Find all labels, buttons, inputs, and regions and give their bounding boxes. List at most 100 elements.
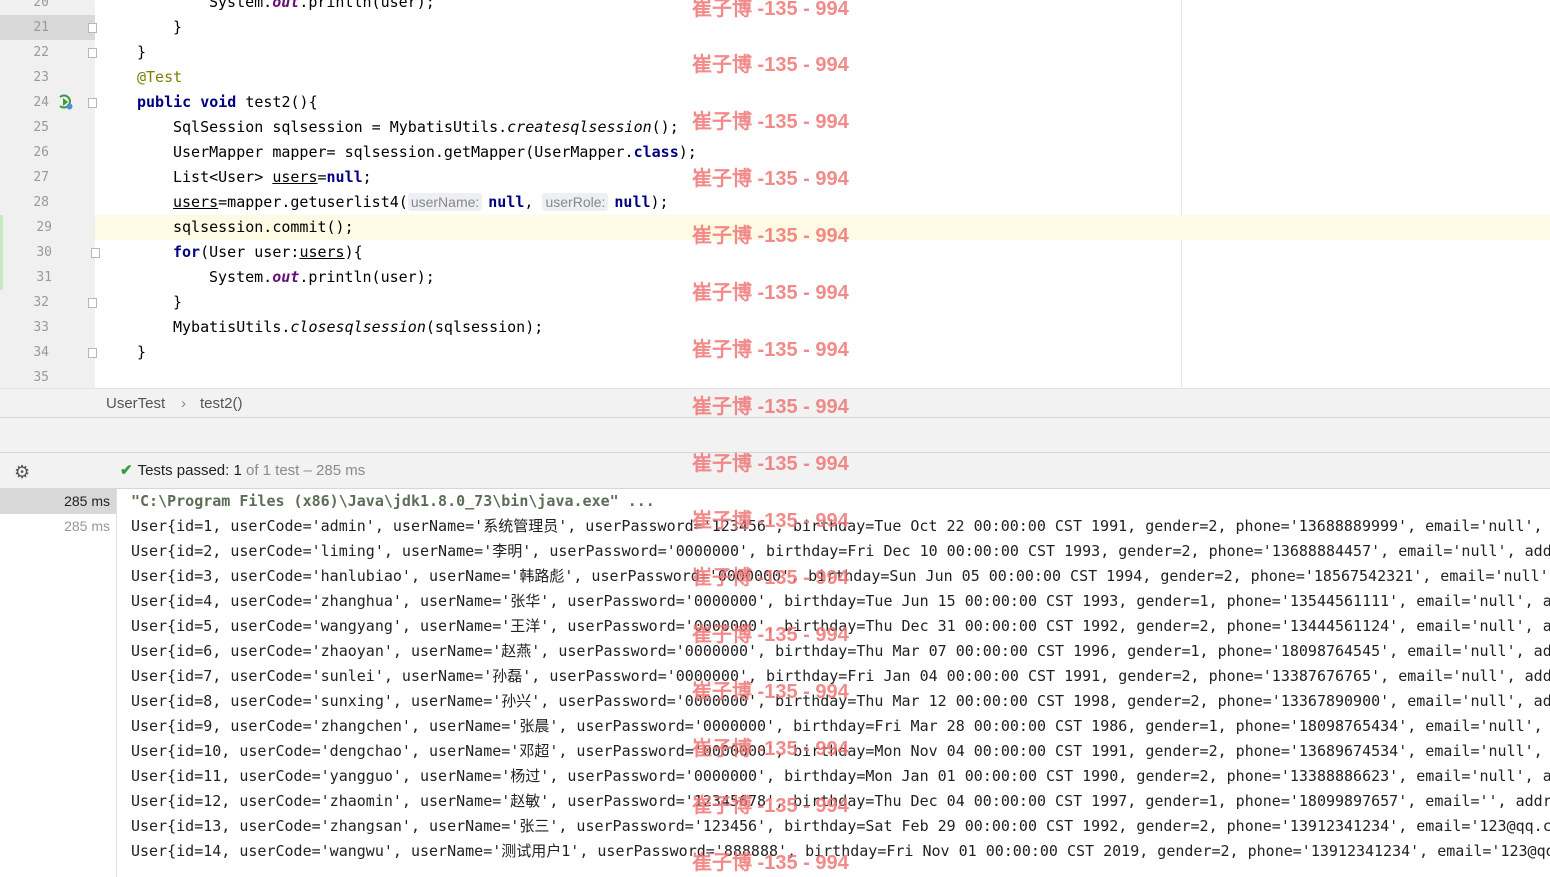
code-line[interactable]: } bbox=[137, 340, 1550, 365]
code-text: System. bbox=[209, 268, 273, 286]
console-line: User{id=7, userCode='sunlei', userName='… bbox=[131, 667, 1550, 685]
code-line[interactable]: @Test bbox=[137, 65, 1550, 90]
code-line[interactable]: SqlSession sqlsession = MybatisUtils.cre… bbox=[173, 115, 1550, 140]
code-text: } bbox=[173, 18, 183, 36]
code-static-method: createsqlsession bbox=[507, 118, 652, 136]
code-line[interactable]: System.out.println(user); bbox=[209, 0, 1550, 15]
breadcrumb: UserTest › test2() bbox=[0, 388, 1550, 418]
gutter-line: 31 bbox=[0, 265, 98, 290]
code-text: } bbox=[137, 43, 147, 61]
test-duration[interactable]: 285 ms bbox=[0, 489, 116, 514]
line-number: 23 bbox=[33, 70, 49, 85]
code-text: = bbox=[317, 168, 327, 186]
passed-count: 1 bbox=[233, 462, 242, 479]
line-number: 30 bbox=[36, 245, 52, 260]
code-text: .println(user); bbox=[299, 0, 435, 11]
console-line: User{id=14, userCode='wangwu', userName=… bbox=[131, 842, 1550, 860]
console-line: User{id=9, userCode='zhangchen', userNam… bbox=[131, 717, 1550, 735]
code-text: MybatisUtils. bbox=[173, 318, 291, 336]
gutter-line: 20 bbox=[0, 0, 95, 15]
line-number: 35 bbox=[33, 370, 49, 385]
code-text: ; bbox=[362, 168, 372, 186]
code-keyword: class bbox=[633, 143, 679, 161]
gutter-line: 24 bbox=[0, 90, 97, 115]
code-text: =mapper.getuserlist4( bbox=[218, 193, 408, 211]
code-text: (User user: bbox=[200, 243, 300, 261]
console-line: User{id=10, userCode='dengchao', userNam… bbox=[131, 742, 1550, 760]
run-test-icon[interactable] bbox=[57, 94, 73, 110]
current-code-line[interactable]: sqlsession.commit(); bbox=[95, 215, 1550, 240]
line-number: 28 bbox=[33, 195, 49, 210]
console-line: User{id=5, userCode='wangyang', userName… bbox=[131, 617, 1550, 635]
code-line[interactable]: } bbox=[137, 40, 1550, 65]
code-text: SqlSession sqlsession = MybatisUtils. bbox=[173, 118, 508, 136]
test-tree: 285 ms 285 ms bbox=[0, 489, 117, 877]
code-keyword: null bbox=[614, 193, 651, 211]
code-editor[interactable]: 20 21 22 23 24 25 26 27 28 29 30 31 32 3… bbox=[0, 0, 1550, 388]
status-suffix: of 1 test – 285 ms bbox=[241, 462, 366, 479]
editor-gutter: 20 21 22 23 24 25 26 27 28 29 30 31 32 3… bbox=[0, 0, 100, 388]
console-line: User{id=8, userCode='sunxing', userName=… bbox=[131, 692, 1550, 710]
console-line: User{id=6, userCode='zhaoyan', userName=… bbox=[131, 642, 1550, 660]
fold-marker-icon[interactable] bbox=[88, 23, 97, 33]
test-duration[interactable]: 285 ms bbox=[0, 514, 110, 539]
breadcrumb-class[interactable]: UserTest bbox=[106, 395, 165, 412]
line-number: 21 bbox=[33, 20, 49, 35]
code-text: UserMapper mapper= sqlsession.getMapper(… bbox=[173, 143, 634, 161]
gutter-line: 28 bbox=[0, 190, 95, 215]
gear-icon[interactable]: ⚙ bbox=[14, 462, 30, 483]
gutter-line: 35 bbox=[0, 365, 95, 388]
fold-marker-icon[interactable] bbox=[91, 248, 100, 258]
code-keyword: null bbox=[326, 168, 363, 186]
line-number: 33 bbox=[33, 320, 49, 335]
line-number: 27 bbox=[33, 170, 49, 185]
line-number: 24 bbox=[33, 95, 49, 110]
code-variable: users bbox=[173, 193, 219, 211]
console-line: User{id=12, userCode='zhaomin', userName… bbox=[131, 792, 1550, 810]
code-line[interactable]: for(User user:users){ bbox=[173, 240, 1550, 265]
console-command: "C:\Program Files (x86)\Java\jdk1.8.0_73… bbox=[131, 492, 655, 510]
code-text: System. bbox=[209, 0, 273, 11]
code-keyword: public bbox=[137, 93, 192, 111]
code-keyword: for bbox=[173, 243, 201, 261]
gutter-line: 27 bbox=[0, 165, 95, 190]
fold-marker-icon[interactable] bbox=[88, 48, 97, 58]
code-static-field: out bbox=[272, 268, 300, 286]
code-text: (sqlsession); bbox=[425, 318, 544, 336]
code-text: ){ bbox=[344, 243, 363, 261]
console-output[interactable]: 285 ms 285 ms "C:\Program Files (x86)\Ja… bbox=[0, 489, 1550, 877]
code-line[interactable]: users=mapper.getuserlist4(userName: null,… bbox=[173, 190, 1550, 215]
code-text: , bbox=[524, 193, 543, 211]
code-text: } bbox=[137, 343, 147, 361]
fold-marker-icon[interactable] bbox=[88, 98, 97, 108]
line-number: 31 bbox=[36, 270, 52, 285]
gutter-line: 33 bbox=[0, 315, 95, 340]
fold-marker-icon[interactable] bbox=[88, 298, 97, 308]
code-line[interactable]: List<User> users=null; bbox=[173, 165, 1550, 190]
breadcrumb-method[interactable]: test2() bbox=[200, 395, 243, 412]
parameter-hint: userName: bbox=[407, 193, 483, 211]
code-line[interactable]: } bbox=[173, 290, 1550, 315]
line-number: 29 bbox=[36, 220, 52, 235]
gutter-line: 30 bbox=[0, 240, 100, 265]
code-text: (); bbox=[651, 118, 679, 136]
console-line: User{id=3, userCode='hanlubiao', userNam… bbox=[131, 567, 1550, 585]
code-line[interactable]: public void test2(){ bbox=[137, 90, 1550, 115]
check-icon: ✔ bbox=[120, 462, 133, 479]
parameter-hint: userRole: bbox=[542, 193, 609, 211]
code-line[interactable]: } bbox=[173, 15, 1550, 40]
code-line[interactable]: MybatisUtils.closesqlsession(sqlsession)… bbox=[173, 315, 1550, 340]
tests-status: ✔ Tests passed: 1 of 1 test – 285 ms bbox=[120, 461, 365, 479]
code-line[interactable]: UserMapper mapper= sqlsession.getMapper(… bbox=[173, 140, 1550, 165]
line-number: 32 bbox=[33, 295, 49, 310]
line-number: 34 bbox=[33, 345, 49, 360]
gutter-line: 32 bbox=[0, 290, 97, 315]
code-text: sqlsession.commit(); bbox=[173, 218, 354, 236]
code-line[interactable]: System.out.println(user); bbox=[209, 265, 1550, 290]
code-text: } bbox=[173, 293, 183, 311]
code-text: ); bbox=[678, 143, 697, 161]
fold-marker-icon[interactable] bbox=[88, 348, 97, 358]
code-variable: users bbox=[299, 243, 345, 261]
status-prefix: Tests passed: bbox=[137, 462, 234, 479]
console-line: User{id=11, userCode='yangguo', userName… bbox=[131, 767, 1550, 785]
